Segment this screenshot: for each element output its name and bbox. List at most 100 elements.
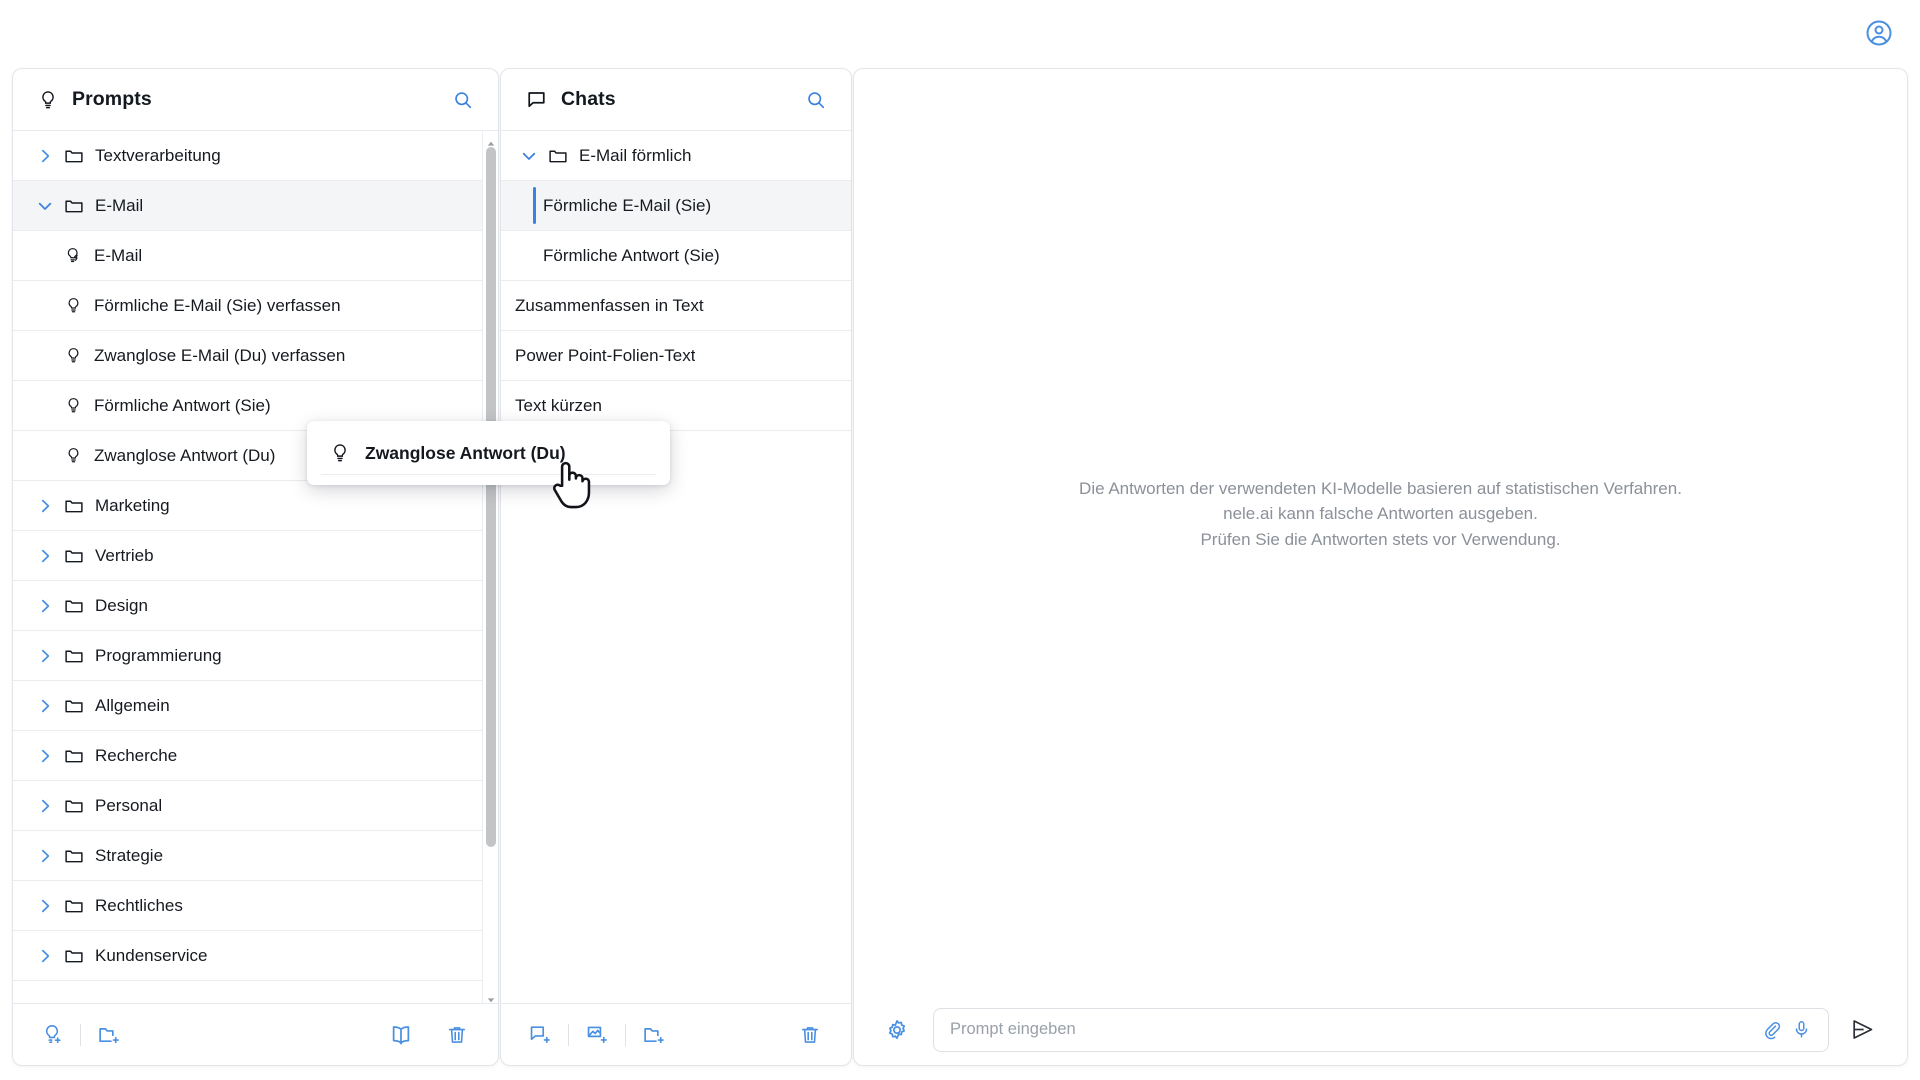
prompt-folder-row[interactable]: Vertrieb <box>13 531 498 581</box>
chevron-right-icon[interactable] <box>31 796 59 816</box>
prompt-folder-row[interactable]: Kundenservice <box>13 931 498 981</box>
folder-icon <box>59 595 89 617</box>
folder-icon <box>59 195 89 217</box>
delete-button[interactable] <box>791 1016 829 1054</box>
folder-label: Textverarbeitung <box>95 145 221 165</box>
chevron-right-icon[interactable] <box>31 596 59 616</box>
folder-label: Programmierung <box>95 645 222 665</box>
gear-icon[interactable] <box>880 1013 914 1047</box>
drag-preview-card: Zwanglose Antwort (Du) <box>307 421 670 485</box>
disclaimer-line-3: Prüfen Sie die Antworten stets vor Verwe… <box>1200 529 1561 549</box>
divider <box>568 1023 569 1046</box>
add-folder-button[interactable] <box>90 1016 128 1054</box>
prompts-panel: Prompts Textverarbeitung E-Mail E-Mail Förm… <box>12 68 499 1066</box>
item-label: Zwanglose Antwort (Du) <box>94 445 276 465</box>
disclaimer-line-2: nele.ai kann falsche Antworten ausgeben. <box>1223 504 1538 524</box>
prompt-composer <box>854 993 1907 1065</box>
prompt-folder-row[interactable]: Allgemein <box>13 681 498 731</box>
prompt-folder-row[interactable]: Rechtliches <box>13 881 498 931</box>
chat-bubble-icon <box>525 88 548 111</box>
chevron-right-icon[interactable] <box>31 146 59 166</box>
prompt-folder-row[interactable]: Marketing <box>13 481 498 531</box>
application-window: Prompts Textverarbeitung E-Mail E-Mail Förm… <box>0 0 1920 1080</box>
chevron-right-icon[interactable] <box>31 746 59 766</box>
chat-message-area: Die Antworten der verwendeten KI-Modelle… <box>854 69 1907 993</box>
chevron-down-icon[interactable] <box>515 146 543 166</box>
folder-label: Design <box>95 595 148 615</box>
folder-label: Rechtliches <box>95 895 183 915</box>
add-prompt-button[interactable] <box>33 1016 71 1054</box>
prompt-folder-row[interactable]: Personal <box>13 781 498 831</box>
folder-label: Personal <box>95 795 163 815</box>
new-image-chat-button[interactable] <box>578 1016 616 1054</box>
folder-label: E-Mail förmlich <box>579 145 692 165</box>
scroll-down-arrow[interactable] <box>487 991 495 1003</box>
prompt-input-wrapper[interactable] <box>933 1007 1829 1052</box>
chevron-right-icon[interactable] <box>31 646 59 666</box>
new-folder-button[interactable] <box>635 1016 673 1054</box>
chevron-right-icon[interactable] <box>31 546 59 566</box>
chats-panel-header: Chats <box>501 69 851 131</box>
chats-panel: Chats E-Mail förmlich Förmliche E-Mail (S… <box>500 68 852 1066</box>
prompts-scrollbar[interactable] <box>482 131 498 1003</box>
divider <box>80 1023 81 1046</box>
active-chat-indicator <box>533 237 536 274</box>
send-button[interactable] <box>1841 1009 1883 1051</box>
chat-item-row[interactable]: Power Point-Folien-Text <box>501 331 851 381</box>
active-chat-indicator <box>533 187 536 224</box>
prompt-folder-row[interactable]: E-Mail <box>13 181 498 231</box>
prompt-library-button[interactable] <box>382 1016 420 1054</box>
chevron-right-icon[interactable] <box>31 896 59 916</box>
chevron-right-icon[interactable] <box>31 696 59 716</box>
chats-toolbar <box>501 1003 851 1065</box>
prompt-folder-row[interactable]: Programmierung <box>13 631 498 681</box>
top-bar <box>0 0 1920 68</box>
chats-search-icon[interactable] <box>801 85 831 115</box>
chat-folder-row[interactable]: E-Mail förmlich <box>501 131 851 181</box>
delete-button[interactable] <box>438 1016 476 1054</box>
folder-label: Marketing <box>95 495 170 515</box>
chats-tree[interactable]: E-Mail förmlich Förmliche E-Mail (Sie) För… <box>501 131 851 1003</box>
folder-label: Kundenservice <box>95 945 208 965</box>
chat-item-row[interactable]: Förmliche E-Mail (Sie) <box>501 181 851 231</box>
lightbulb-icon <box>329 442 351 464</box>
chevron-right-icon[interactable] <box>31 846 59 866</box>
prompts-toolbar <box>13 1003 498 1065</box>
prompt-folder-row[interactable]: Textverarbeitung <box>13 131 498 181</box>
chat-item-row[interactable]: Förmliche Antwort (Sie) <box>501 231 851 281</box>
new-chat-button[interactable] <box>521 1016 559 1054</box>
item-label: Zusammenfassen in Text <box>515 295 704 315</box>
prompt-item-row[interactable]: Förmliche E-Mail (Sie) verfassen <box>13 281 498 331</box>
prompts-tree[interactable]: Textverarbeitung E-Mail E-Mail Förmliche E-… <box>13 131 498 1003</box>
chevron-down-icon[interactable] <box>31 196 59 216</box>
folder-icon <box>59 495 89 517</box>
folder-icon <box>59 895 89 917</box>
prompts-search-icon[interactable] <box>448 85 478 115</box>
item-label: Förmliche E-Mail (Sie) verfassen <box>94 295 341 315</box>
user-circle-icon[interactable] <box>1860 14 1898 52</box>
lightbulb-icon <box>59 396 87 415</box>
folder-icon <box>59 545 89 567</box>
scroll-up-arrow[interactable] <box>487 135 495 146</box>
chat-item-row[interactable]: Zusammenfassen in Text <box>501 281 851 331</box>
divider <box>321 474 656 475</box>
paperclip-icon[interactable] <box>1756 1015 1786 1045</box>
prompt-item-row[interactable]: Zwanglose E-Mail (Du) verfassen <box>13 331 498 381</box>
folder-label: Allgemein <box>95 695 170 715</box>
prompt-folder-row[interactable]: Strategie <box>13 831 498 881</box>
chevron-right-icon[interactable] <box>31 946 59 966</box>
prompt-input[interactable] <box>950 1020 1756 1039</box>
chats-panel-title: Chats <box>561 88 616 110</box>
microphone-icon[interactable] <box>1786 1015 1816 1045</box>
prompt-folder-row[interactable]: Design <box>13 581 498 631</box>
disclaimer-line-1: Die Antworten der verwendeten KI-Modelle… <box>1079 478 1682 498</box>
lightbulb-icon <box>37 89 59 111</box>
item-label: Förmliche Antwort (Sie) <box>543 245 720 265</box>
prompts-panel-title: Prompts <box>72 88 152 110</box>
chevron-right-icon[interactable] <box>31 496 59 516</box>
folder-icon <box>59 845 89 867</box>
prompt-folder-row[interactable]: Recherche <box>13 731 498 781</box>
folder-label: Recherche <box>95 745 178 765</box>
scrollbar-thumb[interactable] <box>486 147 496 847</box>
prompt-item-row[interactable]: E-Mail <box>13 231 498 281</box>
